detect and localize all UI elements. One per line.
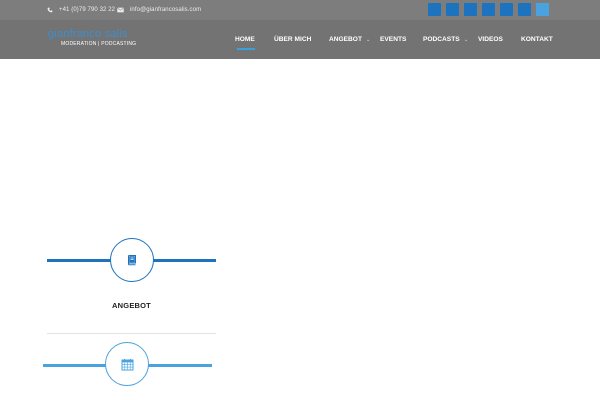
logo-name: gianfranco salis — [48, 28, 128, 40]
site-logo[interactable]: gianfranco salis MODERATION | PODCASTING — [48, 28, 148, 52]
social-icon-4[interactable] — [482, 3, 495, 16]
feature-circle-events[interactable] — [105, 342, 149, 386]
nav-label: VIDEOS — [478, 36, 503, 43]
social-icon-6[interactable] — [518, 3, 531, 16]
email-text[interactable]: info@gianfrancosalis.com — [130, 7, 201, 13]
chevron-down-icon: ⌄ — [464, 37, 469, 43]
contact-email[interactable]: info@gianfrancosalis.com — [117, 4, 201, 16]
nav-label: HOME — [235, 36, 255, 43]
logo-tagline: MODERATION | PODCASTING — [61, 41, 137, 47]
book-icon — [127, 255, 136, 266]
nav-item-ueber-mich[interactable]: ÜBER MICH — [274, 36, 311, 43]
contact-phone[interactable]: +41 (0)79 790 32 22 — [47, 4, 115, 16]
feature-title-angebot[interactable]: ANGEBOT — [47, 301, 216, 310]
chevron-down-icon: ⌄ — [366, 37, 371, 43]
nav-label: ANGEBOT — [329, 36, 362, 43]
social-icon-3[interactable] — [464, 3, 477, 16]
nav-item-podcasts[interactable]: PODCASTS ⌄ — [423, 36, 468, 43]
envelope-icon — [117, 7, 124, 13]
nav-item-videos[interactable]: VIDEOS — [478, 36, 503, 43]
feature-circle-angebot[interactable] — [110, 238, 154, 282]
social-icon-5[interactable] — [500, 3, 513, 16]
social-icon-2[interactable] — [446, 3, 459, 16]
calendar-icon — [121, 358, 133, 370]
nav-active-indicator — [237, 48, 255, 50]
nav-label: KONTAKT — [521, 36, 553, 43]
nav-label: EVENTS — [380, 36, 407, 43]
social-icon-7[interactable] — [536, 3, 549, 16]
nav-label: PODCASTS — [423, 36, 460, 43]
nav-label: ÜBER MICH — [274, 36, 312, 43]
social-icon-1[interactable] — [428, 3, 441, 16]
nav-item-angebot[interactable]: ANGEBOT ⌄ — [329, 36, 370, 43]
nav-item-events[interactable]: EVENTS — [380, 36, 406, 43]
social-links — [428, 3, 549, 16]
section-divider — [47, 333, 216, 334]
nav-item-home[interactable]: HOME — [235, 36, 255, 43]
phone-text[interactable]: +41 (0)79 790 32 22 — [59, 7, 115, 13]
phone-icon — [47, 7, 53, 13]
nav-item-kontakt[interactable]: KONTAKT — [521, 36, 553, 43]
